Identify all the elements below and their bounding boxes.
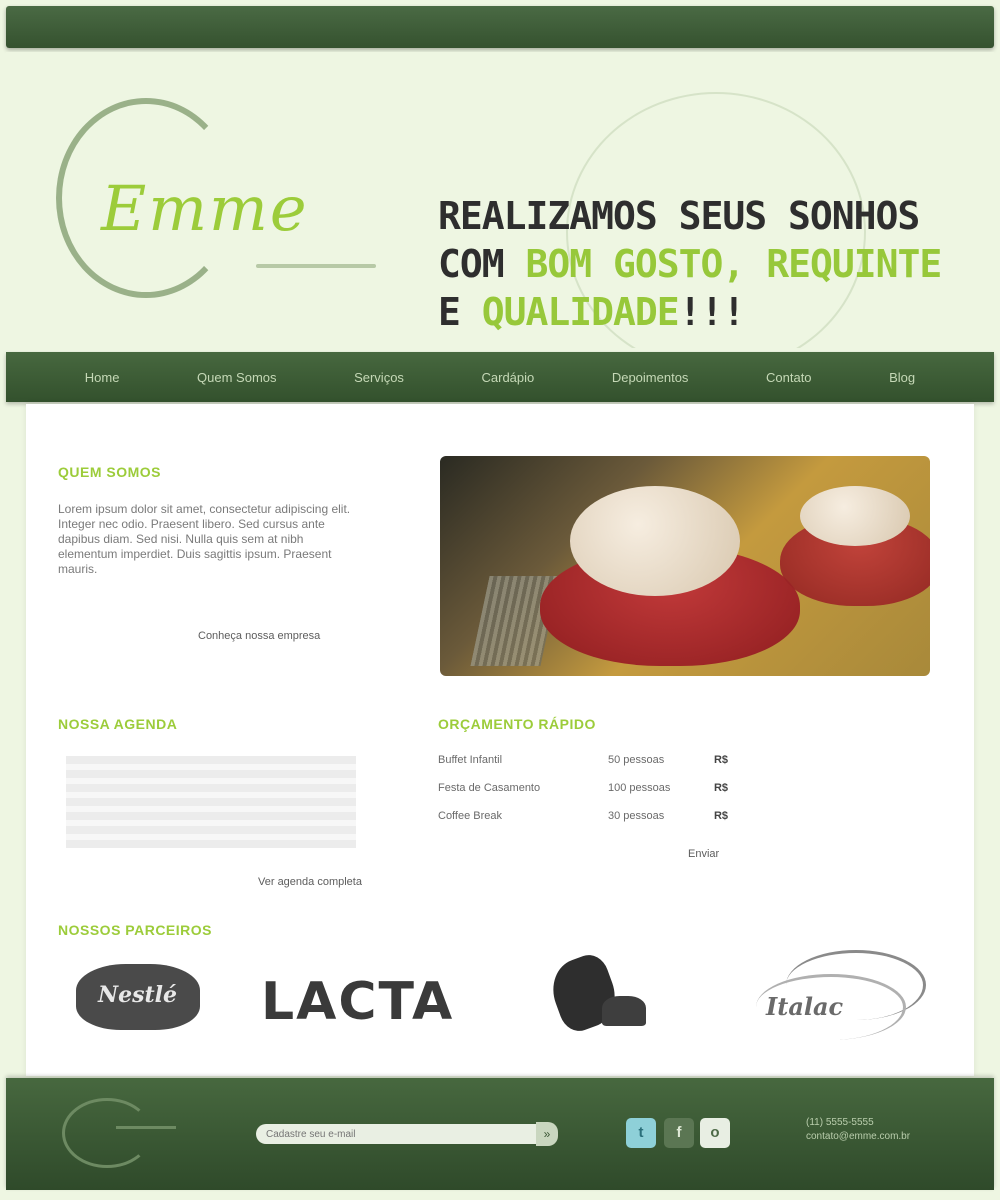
tagline: REALIZAMOS SEUS SONHOS COM BOM GOSTO, RE… [438, 192, 978, 336]
header: Emme REALIZAMOS SEUS SONHOS COM BOM GOST… [6, 52, 994, 348]
calendar-table[interactable] [66, 756, 356, 848]
content-panel: Quem Somos Lorem ipsum dolor sit amet, c… [26, 404, 974, 1076]
nav-item-about[interactable]: Quem Somos [197, 370, 276, 385]
price-qty: 50 pessoas [608, 754, 665, 766]
footer-contact: (11) 5555-5555 contato@emme.com.br [806, 1117, 911, 1142]
brands-row: Nestlé LACTA Italac [56, 944, 956, 1054]
price-row[interactable]: Buffet Infantil 50 pessoas R$ [438, 746, 738, 774]
about-title: Quem Somos [58, 464, 162, 480]
tagline-highlight2: QUALIDADE [481, 290, 680, 334]
newsletter-submit-button[interactable]: » [536, 1122, 558, 1146]
footer-logo[interactable] [62, 1098, 152, 1168]
price-list: Buffet Infantil 50 pessoas R$ Festa de C… [438, 746, 738, 830]
prices-send-link[interactable]: Enviar [688, 848, 719, 860]
footer: » t f o (11) 5555-5555 contato@emme.com.… [6, 1078, 994, 1190]
price-value: R$ [713, 754, 728, 766]
footer-logo-bar [116, 1126, 176, 1129]
brand-logo-garoto[interactable] [543, 949, 656, 1037]
calendar-title: Nossa Agenda [58, 716, 178, 732]
hero-image [440, 456, 930, 676]
orkut-icon[interactable]: o [700, 1118, 730, 1148]
brand-logo-italac[interactable]: Italac [746, 944, 936, 1054]
tagline-mid: E [438, 290, 461, 334]
price-value: R$ [713, 782, 728, 794]
prices-title: Orçamento Rápido [438, 716, 596, 732]
price-row[interactable]: Coffee Break 30 pessoas R$ [438, 802, 738, 830]
tagline-end: !!! [678, 290, 746, 334]
nav-item-contact[interactable]: Contato [766, 370, 812, 385]
price-item: Coffee Break [438, 810, 503, 822]
facebook-icon[interactable]: f [664, 1118, 694, 1148]
about-more-link[interactable]: Conheça nossa empresa [198, 630, 320, 642]
logo[interactable]: Emme [101, 172, 309, 245]
twitter-icon[interactable]: t [626, 1118, 656, 1148]
logo-subtitle-bar [256, 264, 376, 268]
price-qty: 100 pessoas [608, 782, 671, 794]
nav-item-blog[interactable]: Blog [889, 370, 915, 385]
price-item: Buffet Infantil [438, 754, 503, 766]
price-row[interactable]: Festa de Casamento 100 pessoas R$ [438, 774, 738, 802]
brands-title: Nossos Parceiros [58, 922, 212, 938]
nav-item-services[interactable]: Serviços [354, 370, 404, 385]
brand-logo-lacta[interactable]: LACTA [261, 972, 454, 1032]
cream-topping [800, 486, 910, 546]
cream-topping [570, 486, 740, 596]
newsletter-input[interactable] [256, 1124, 546, 1144]
nav-item-home[interactable]: Home [85, 370, 120, 385]
about-text: Lorem ipsum dolor sit amet, consectetur … [58, 502, 351, 576]
price-qty: 30 pessoas [608, 810, 665, 822]
nav-item-menu[interactable]: Cardápio [482, 370, 535, 385]
nav-item-testimonials[interactable]: Depoimentos [612, 370, 689, 385]
price-item: Festa de Casamento [438, 782, 541, 794]
main-nav: Home Quem Somos Serviços Cardápio Depoim… [6, 352, 994, 402]
calendar-more-link[interactable]: Ver agenda completa [258, 876, 362, 888]
tagline-highlight1: BOM GOSTO, REQUINTE [525, 242, 943, 286]
price-value: R$ [713, 810, 728, 822]
brand-logo-nestle[interactable]: Nestlé [76, 964, 200, 1030]
top-bar [6, 6, 994, 48]
brand-tail-shape [602, 996, 646, 1026]
